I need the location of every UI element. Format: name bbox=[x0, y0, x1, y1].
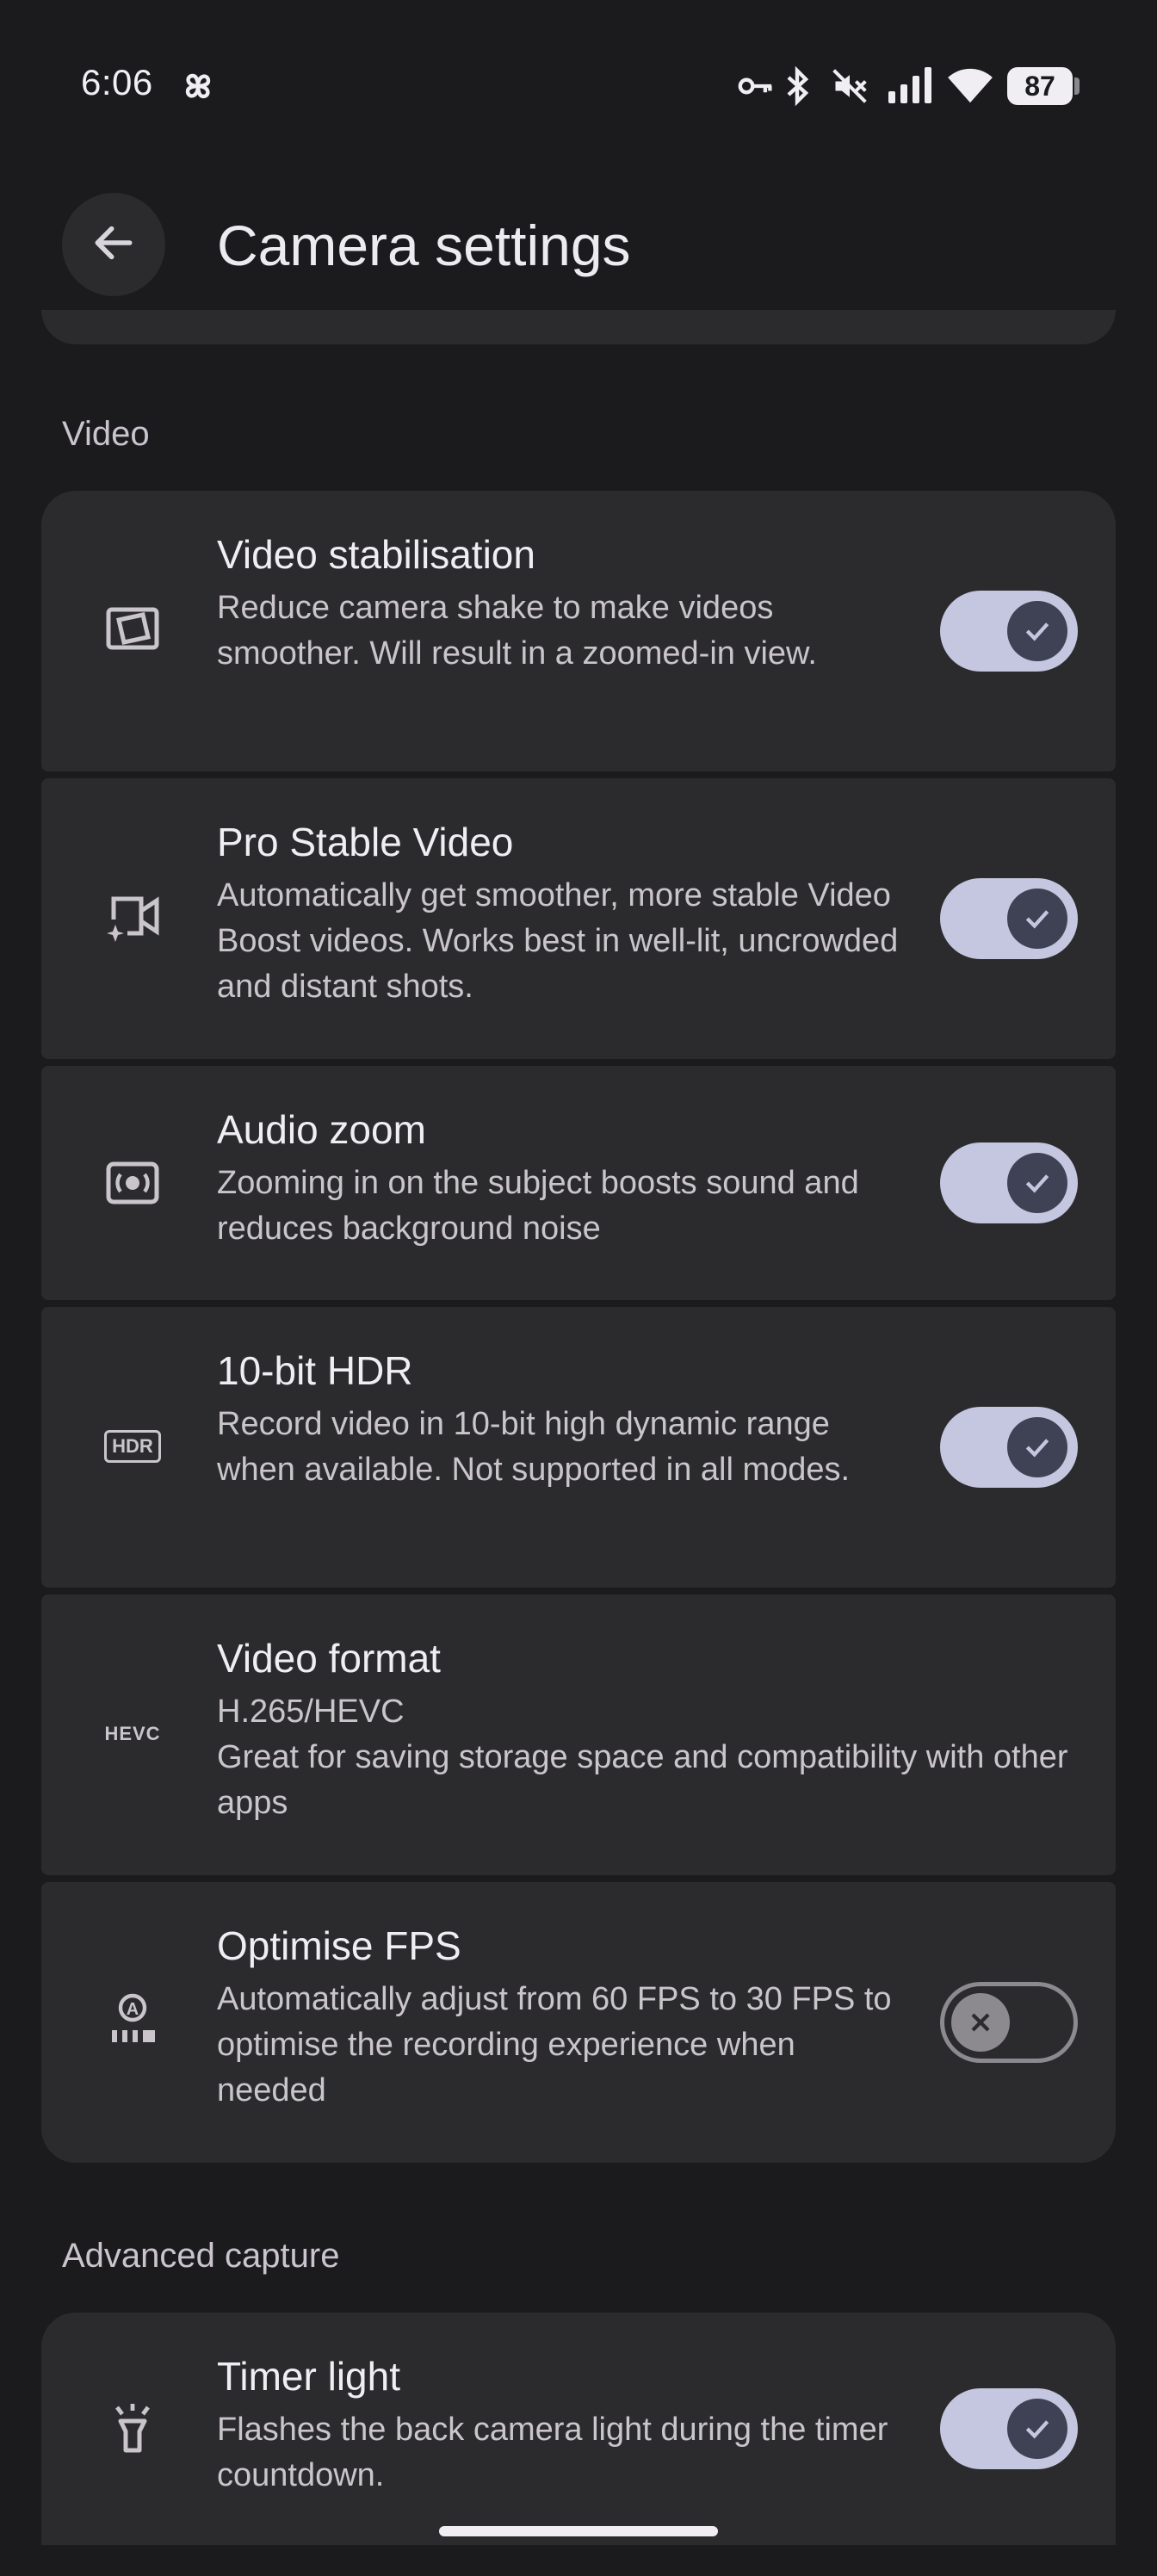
section-label-advanced-capture: Advanced capture bbox=[62, 2237, 340, 2275]
flashlight-icon bbox=[103, 2399, 162, 2457]
setting-description: Zooming in on the subject boosts sound a… bbox=[217, 1165, 859, 1247]
setting-description: Record video in 10-bit high dynamic rang… bbox=[217, 1406, 851, 1488]
setting-title: 10-bit HDR bbox=[217, 1348, 413, 1393]
setting-title: Pro Stable Video bbox=[217, 820, 514, 864]
check-icon bbox=[1007, 1417, 1067, 1477]
auto-fps-icon: A bbox=[103, 1991, 162, 2049]
setting-value: H.265/HEVC bbox=[217, 1694, 405, 1730]
pro-stable-video-toggle[interactable] bbox=[940, 878, 1078, 959]
check-icon bbox=[1007, 1153, 1067, 1213]
section-label-video: Video bbox=[62, 415, 150, 453]
wifi-icon bbox=[947, 65, 993, 109]
setting-title: Video format bbox=[217, 1636, 441, 1681]
status-time: 6:06 bbox=[81, 62, 153, 102]
mute-icon bbox=[830, 67, 869, 109]
setting-description: Reduce camera shake to make videos smoot… bbox=[217, 590, 817, 672]
audio-zoom-icon bbox=[103, 1154, 162, 1212]
check-icon bbox=[1007, 601, 1067, 661]
timer-light-toggle[interactable] bbox=[940, 2388, 1078, 2469]
setting-title: Timer light bbox=[217, 2354, 400, 2399]
page-title: Camera settings bbox=[217, 214, 631, 277]
optimise-fps-toggle[interactable] bbox=[940, 1982, 1078, 2063]
pinwheel-icon bbox=[177, 65, 219, 111]
arrow-back-icon bbox=[90, 219, 138, 271]
gesture-nav-handle[interactable] bbox=[439, 2526, 718, 2536]
10-bit-hdr-toggle[interactable] bbox=[940, 1407, 1078, 1488]
battery-icon: 87 bbox=[1007, 67, 1080, 105]
bluetooth-icon bbox=[782, 65, 813, 111]
hevc-icon-text: HEVC bbox=[104, 1723, 161, 1744]
hdr-icon: HDR bbox=[103, 1417, 162, 1476]
check-icon bbox=[1007, 2399, 1067, 2459]
setting-title: Video stabilisation bbox=[217, 532, 535, 577]
hdr-icon-text: HDR bbox=[104, 1430, 161, 1463]
signal-icon bbox=[888, 67, 937, 108]
setting-description: Flashes the back camera light during the… bbox=[217, 2412, 888, 2493]
hevc-icon: HEVC bbox=[103, 1705, 162, 1763]
setting-description: Automatically get smoother, more stable … bbox=[217, 877, 899, 1005]
status-bar: 6:06 87 bbox=[0, 0, 1157, 172]
setting-description: Automatically adjust from 60 FPS to 30 F… bbox=[217, 1981, 892, 2108]
setting-timer-light[interactable]: Timer light Flashes the back camera ligh… bbox=[41, 2313, 1116, 2545]
setting-title: Optimise FPS bbox=[217, 1923, 461, 1968]
close-icon bbox=[951, 1993, 1010, 2052]
setting-title: Audio zoom bbox=[217, 1107, 426, 1152]
svg-text:A: A bbox=[127, 2000, 139, 2019]
audio-zoom-toggle[interactable] bbox=[940, 1142, 1078, 1223]
setting-10-bit-hdr[interactable]: HDR 10-bit HDR Record video in 10-bit hi… bbox=[41, 1307, 1116, 1588]
video-stabilisation-toggle[interactable] bbox=[940, 591, 1078, 672]
video-sparkle-icon bbox=[103, 887, 162, 945]
setting-video-stabilisation[interactable]: Video stabilisation Reduce camera shake … bbox=[41, 491, 1116, 771]
previous-section-card-edge bbox=[41, 310, 1116, 344]
vpn-key-icon bbox=[737, 69, 775, 108]
setting-description: Great for saving storage space and compa… bbox=[217, 1739, 1068, 1821]
setting-optimise-fps[interactable]: A Optimise FPS Automatically adjust from… bbox=[41, 1882, 1116, 2163]
setting-pro-stable-video[interactable]: Pro Stable Video Automatically get smoot… bbox=[41, 778, 1116, 1059]
stabilisation-icon bbox=[103, 599, 162, 658]
setting-video-format[interactable]: HEVC Video format H.265/HEVC Great for s… bbox=[41, 1595, 1116, 1875]
back-button[interactable] bbox=[62, 193, 165, 296]
setting-audio-zoom[interactable]: Audio zoom Zooming in on the subject boo… bbox=[41, 1066, 1116, 1300]
check-icon bbox=[1007, 889, 1067, 949]
